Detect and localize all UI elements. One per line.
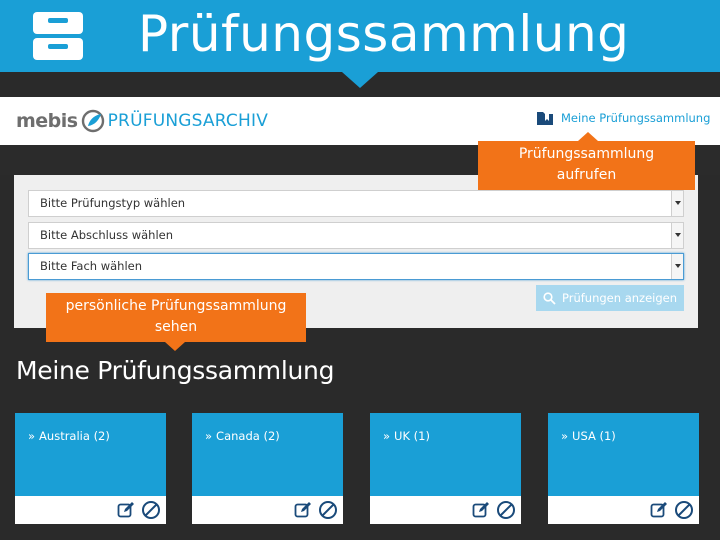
card-label: » Canada (2) (205, 429, 280, 443)
callout-view-collection-line2: sehen (154, 319, 198, 335)
remove-icon[interactable] (496, 500, 516, 520)
callout-open-collection-line1: Prüfungssammlung (518, 146, 655, 162)
card-body[interactable]: » USA (1) (548, 413, 699, 496)
remove-icon[interactable] (674, 500, 694, 520)
banner-title: Prüfungssammlung (138, 5, 630, 63)
edit-icon[interactable] (472, 501, 490, 519)
search-icon (543, 291, 556, 305)
edit-icon[interactable] (117, 501, 135, 519)
subject-select[interactable]: Bitte Fach wählen (28, 253, 684, 280)
logo-product: PRÜFUNGSARCHIV (107, 111, 269, 131)
card-label: » USA (1) (561, 429, 616, 443)
top-banner: Prüfungssammlung (0, 0, 720, 72)
banner-pointer (342, 72, 378, 88)
card-actions (15, 496, 166, 524)
card-label-text: Canada (2) (216, 429, 280, 443)
chevron-down-icon[interactable] (671, 223, 683, 248)
card-body[interactable]: » Canada (2) (192, 413, 343, 496)
folder-bookmark-icon (537, 112, 553, 125)
subject-select-value: Bitte Fach wählen (40, 259, 143, 273)
callout-pointer (165, 342, 185, 351)
degree-select[interactable]: Bitte Abschluss wählen (28, 222, 684, 249)
card-label-text: Australia (2) (39, 429, 110, 443)
degree-select-value: Bitte Abschluss wählen (40, 228, 174, 242)
card-label: » Australia (2) (28, 429, 110, 443)
exam-type-select-value: Bitte Prüfungstyp wählen (40, 196, 186, 210)
double-chevron-right-icon: » (383, 429, 391, 443)
callout-open-collection-line2: aufrufen (556, 167, 617, 183)
exam-type-select[interactable]: Bitte Prüfungstyp wählen (28, 190, 684, 217)
card-actions (192, 496, 343, 524)
card-actions (370, 496, 521, 524)
callout-view-collection-line1: persönliche Prüfungssammlung (65, 298, 287, 314)
collection-card-australia[interactable]: » Australia (2) (15, 413, 166, 524)
chevron-down-icon[interactable] (671, 191, 683, 216)
callout-open-collection: Prüfungssammlung aufrufen (478, 132, 695, 190)
chevron-down-icon[interactable] (671, 254, 683, 279)
card-actions (548, 496, 699, 524)
archive-header: mebis PRÜFUNGSARCHIV Meine Prüfungssamml… (0, 97, 720, 145)
callout-pointer (578, 132, 598, 141)
callout-view-collection: persönliche Prüfungssammlung sehen (46, 293, 306, 351)
logo-brand: mebis (16, 110, 78, 132)
card-label: » UK (1) (383, 429, 430, 443)
drawer-cabinet-icon (33, 12, 83, 60)
collection-card-canada[interactable]: » Canada (2) (192, 413, 343, 524)
edit-icon[interactable] (650, 501, 668, 519)
mebis-logo[interactable]: mebis PRÜFUNGSARCHIV (16, 105, 268, 137)
edit-icon[interactable] (294, 501, 312, 519)
show-exams-button[interactable]: Prüfungen anzeigen (536, 285, 684, 311)
card-body[interactable]: » UK (1) (370, 413, 521, 496)
remove-icon[interactable] (141, 500, 161, 520)
my-collection-link[interactable]: Meine Prüfungssammlung (536, 108, 710, 128)
collection-title: Meine Prüfungssammlung (16, 356, 335, 385)
collection-card-uk[interactable]: » UK (1) (370, 413, 521, 524)
double-chevron-right-icon: » (28, 429, 36, 443)
double-chevron-right-icon: » (561, 429, 569, 443)
card-label-text: UK (1) (394, 429, 430, 443)
leaf-icon (81, 109, 104, 133)
card-label-text: USA (1) (572, 429, 616, 443)
my-collection-link-label: Meine Prüfungssammlung (561, 111, 711, 125)
remove-icon[interactable] (318, 500, 338, 520)
card-body[interactable]: » Australia (2) (15, 413, 166, 496)
double-chevron-right-icon: » (205, 429, 213, 443)
collection-card-usa[interactable]: » USA (1) (548, 413, 699, 524)
show-exams-button-label: Prüfungen anzeigen (562, 291, 677, 305)
